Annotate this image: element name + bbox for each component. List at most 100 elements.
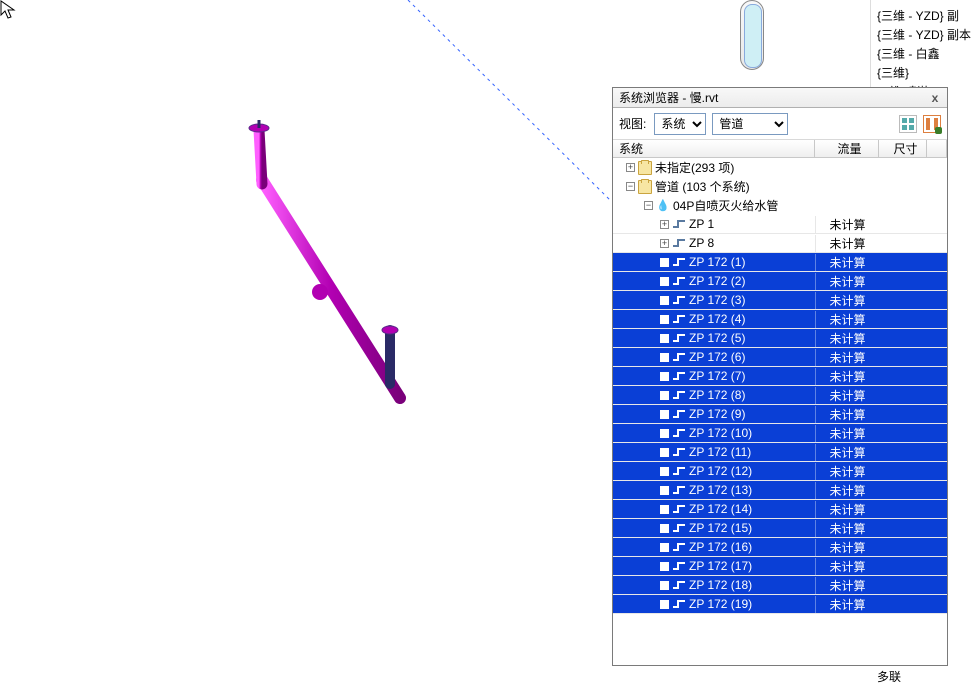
- tree-row-selected[interactable]: ZP 172 (17)未计算: [613, 557, 947, 576]
- proj-browser-item[interactable]: {三维 - YZD} 副本: [871, 25, 976, 44]
- proj-browser-item[interactable]: {三维 - YZD} 副: [871, 6, 976, 25]
- nav-wheel[interactable]: [740, 0, 764, 70]
- expander-icon[interactable]: [660, 429, 669, 438]
- flow-cell: 未计算: [815, 558, 879, 575]
- view-select[interactable]: 系统: [654, 113, 706, 135]
- expander-icon[interactable]: [660, 410, 669, 419]
- expander-icon[interactable]: [660, 600, 669, 609]
- expander-icon[interactable]: [660, 562, 669, 571]
- tree-label: ZP 172 (12): [689, 464, 752, 478]
- expander-icon[interactable]: [660, 543, 669, 552]
- tree-row-selected[interactable]: ZP 172 (8)未计算: [613, 386, 947, 405]
- close-icon[interactable]: x: [927, 91, 943, 105]
- header-flow[interactable]: 流量: [815, 140, 879, 157]
- expander-icon[interactable]: [660, 315, 669, 324]
- tree-row-selected[interactable]: ZP 172 (14) 未计算: [613, 500, 947, 519]
- expander-icon[interactable]: [660, 467, 669, 476]
- flow-cell: 未计算: [815, 444, 879, 461]
- expander-icon[interactable]: [660, 391, 669, 400]
- tree-row-selected[interactable]: ZP 172 (15)未计算: [613, 519, 947, 538]
- tree-row-selected[interactable]: ZP 172 (12)未计算: [613, 462, 947, 481]
- pipe-icon: [672, 238, 686, 248]
- panel-titlebar[interactable]: 系统浏览器 - 慢.rvt x: [613, 88, 947, 108]
- pipe-icon: [672, 295, 686, 305]
- flow-cell: 未计算: [815, 501, 879, 518]
- proj-browser-item[interactable]: {三维 - 白鑫: [871, 44, 976, 63]
- expander-icon[interactable]: [660, 296, 669, 305]
- flow-cell: 未计算: [815, 235, 879, 252]
- tree-label: ZP 172 (14): [689, 502, 752, 516]
- droplet-icon: [656, 199, 670, 213]
- flow-cell: 未计算: [815, 254, 879, 271]
- tree-row-pipe-root[interactable]: 管道 (103 个系统): [613, 177, 947, 196]
- tree-label: ZP 172 (19): [689, 597, 752, 611]
- tree-row-selected[interactable]: ZP 172 (16)未计算: [613, 538, 947, 557]
- tree-row-pipe-sub[interactable]: 04P自喷灭火给水管: [613, 196, 947, 215]
- tree-row-selected[interactable]: ZP 172 (6)未计算: [613, 348, 947, 367]
- expander-icon[interactable]: [626, 163, 635, 172]
- tree-row-selected[interactable]: ZP 172 (19) 未计算: [613, 595, 947, 614]
- system-browser-panel: 系统浏览器 - 慢.rvt x 视图: 系统 管道 系统 流量 尺寸 未指定(2…: [612, 87, 948, 666]
- pipe-icon: [672, 466, 686, 476]
- pipe-icon: [672, 447, 686, 457]
- pipe-icon: [672, 276, 686, 286]
- flow-cell: 未计算: [815, 387, 879, 404]
- tree-label: ZP 1: [689, 217, 714, 231]
- expander-icon[interactable]: [626, 182, 635, 191]
- tree-row-selected[interactable]: ZP 172 (13)未计算: [613, 481, 947, 500]
- pipe-icon: [672, 219, 686, 229]
- expander-icon[interactable]: [660, 581, 669, 590]
- tree-row-selected[interactable]: ZP 172 (18)未计算: [613, 576, 947, 595]
- tree-row-unspecified[interactable]: 未指定(293 项): [613, 158, 947, 177]
- header-size[interactable]: 尺寸: [879, 140, 927, 157]
- tree-row-selected[interactable]: ZP 172 (7)未计算: [613, 367, 947, 386]
- tree-body[interactable]: 未指定(293 项) 管道 (103 个系统) 04P自喷灭火给水管: [613, 158, 947, 665]
- expander-icon[interactable]: [660, 239, 669, 248]
- expander-icon[interactable]: [660, 334, 669, 343]
- tree-label: ZP 172 (2): [689, 274, 745, 288]
- pipe-icon: [672, 371, 686, 381]
- tree-label: 未指定(293 项): [655, 159, 734, 176]
- header-extra: [927, 140, 947, 157]
- tree-row-selected[interactable]: ZP 172 (3)未计算: [613, 291, 947, 310]
- pipe-icon: [672, 599, 686, 609]
- panel-title: 系统浏览器 - 慢.rvt: [619, 89, 927, 106]
- column-settings-icon[interactable]: [923, 115, 941, 133]
- pipe-icon: [672, 504, 686, 514]
- tree-row-zp8[interactable]: ZP 8 未计算: [613, 234, 947, 253]
- expander-icon[interactable]: [644, 201, 653, 210]
- expander-icon[interactable]: [660, 524, 669, 533]
- expander-icon[interactable]: [660, 353, 669, 362]
- expander-icon[interactable]: [660, 372, 669, 381]
- view-label: 视图:: [619, 115, 646, 132]
- pipe-icon: [672, 333, 686, 343]
- expander-icon[interactable]: [660, 486, 669, 495]
- expander-icon[interactable]: [660, 448, 669, 457]
- expander-icon[interactable]: [660, 220, 669, 229]
- grid-view-icon[interactable]: [899, 115, 917, 133]
- tree-row-selected[interactable]: ZP 172 (11)未计算: [613, 443, 947, 462]
- tree-row-selected[interactable]: ZP 172 (5)未计算: [613, 329, 947, 348]
- tree-row-selected[interactable]: ZP 172 (4)未计算: [613, 310, 947, 329]
- pipe-icon: [672, 580, 686, 590]
- tree-row-selected[interactable]: ZP 172 (10)未计算: [613, 424, 947, 443]
- pipe-icon: [672, 257, 686, 267]
- pipe-icon: [672, 409, 686, 419]
- tree-row-selected[interactable]: ZP 172 (1)未计算: [613, 253, 947, 272]
- tree-row-selected[interactable]: ZP 172 (2)未计算: [613, 272, 947, 291]
- proj-browser-item[interactable]: {三维}: [871, 63, 976, 82]
- tree-label: ZP 172 (16): [689, 540, 752, 554]
- tree-label: ZP 172 (15): [689, 521, 752, 535]
- tree-row-selected[interactable]: ZP 172 (9)未计算: [613, 405, 947, 424]
- tree-row-zp1[interactable]: ZP 1 未计算: [613, 215, 947, 234]
- expander-icon[interactable]: [660, 277, 669, 286]
- header-system[interactable]: 系统: [613, 140, 815, 157]
- type-select[interactable]: 管道: [712, 113, 788, 135]
- expander-icon[interactable]: [660, 258, 669, 267]
- pipe-icon: [672, 352, 686, 362]
- tree-label: ZP 172 (6): [689, 350, 745, 364]
- expander-icon[interactable]: [660, 505, 669, 514]
- pipe-icon: [672, 314, 686, 324]
- flow-cell: 未计算: [815, 596, 879, 613]
- panel-toolbar: 视图: 系统 管道: [613, 108, 947, 140]
